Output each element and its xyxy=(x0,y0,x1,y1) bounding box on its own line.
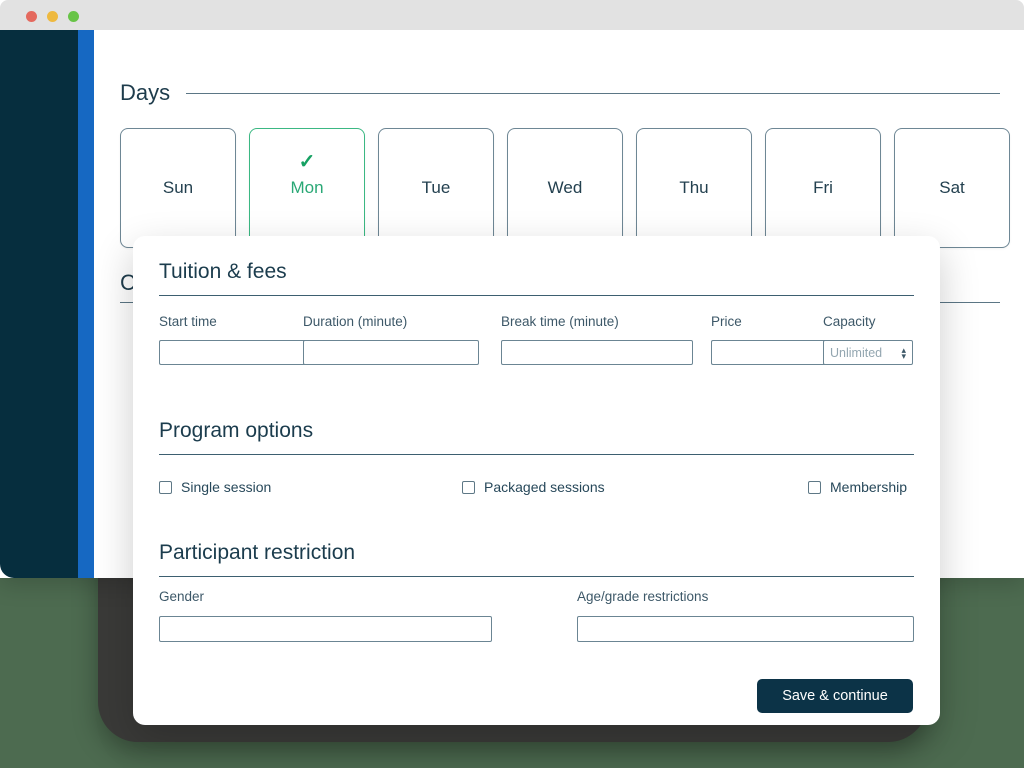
start-time-input-group[interactable] xyxy=(159,340,364,365)
checkbox-icon[interactable] xyxy=(159,480,172,494)
option-label: Membership xyxy=(830,479,908,495)
day-card-label: Fri xyxy=(813,178,833,197)
day-card-fri[interactable]: Fri xyxy=(765,128,881,248)
day-card-mon[interactable]: ✓ Mon xyxy=(249,128,365,248)
section-divider xyxy=(186,92,1000,94)
option-packaged-sessions[interactable]: Packaged sessions xyxy=(462,479,605,495)
participant-restriction-title: Participant restriction xyxy=(159,541,356,564)
days-section-title: Days xyxy=(120,80,171,105)
option-label: Packaged sessions xyxy=(484,479,605,495)
section-divider xyxy=(159,295,914,296)
day-card-sat[interactable]: Sat xyxy=(894,128,1010,248)
duration-input[interactable] xyxy=(303,340,479,365)
gender-input[interactable] xyxy=(159,616,492,642)
section-divider xyxy=(159,454,914,455)
day-card-label: Thu xyxy=(679,178,709,197)
capacity-placeholder-text: Unlimited xyxy=(830,345,883,360)
age-grade-label: Age/grade restrictions xyxy=(577,589,709,604)
day-card-tue[interactable]: Tue xyxy=(378,128,494,248)
participant-restriction-header: Participant restriction xyxy=(159,541,914,577)
tuition-fees-modal: Tuition & fees Start time Duration (minu… xyxy=(133,236,940,725)
capacity-stepper[interactable]: Unlimited ▴ ▾ xyxy=(823,340,913,365)
start-time-label: Start time xyxy=(159,314,217,329)
day-card-label: Mon xyxy=(290,178,324,197)
day-card-label: Sun xyxy=(162,178,194,197)
option-membership[interactable]: Membership xyxy=(808,479,907,495)
program-options-header: Program options xyxy=(159,419,914,455)
day-card-sun[interactable]: Sun xyxy=(120,128,236,248)
option-single-session[interactable]: Single session xyxy=(159,479,271,495)
day-card-label: Wed xyxy=(547,178,583,197)
break-time-label: Break time (minute) xyxy=(501,314,619,329)
price-label: Price xyxy=(711,314,742,329)
checkbox-icon[interactable] xyxy=(462,480,475,494)
close-window-button[interactable] xyxy=(26,11,37,22)
day-card-wed[interactable]: Wed xyxy=(507,128,623,248)
day-card-label: Sat xyxy=(939,178,965,197)
day-card-thu[interactable]: Thu xyxy=(636,128,752,248)
section-divider xyxy=(159,576,914,577)
duration-label: Duration (minute) xyxy=(303,314,408,329)
day-selector-row: Sun ✓ Mon Tue Wed Thu Fri Sat xyxy=(120,128,1024,248)
window-titlebar xyxy=(0,0,1024,30)
save-and-continue-button[interactable]: Save & continue xyxy=(757,679,913,713)
tuition-section-header: Tuition & fees xyxy=(159,260,914,296)
option-label: Single session xyxy=(181,479,272,495)
days-section-header: Days xyxy=(120,80,1000,106)
capacity-label: Capacity xyxy=(823,314,876,329)
price-input-group[interactable]: $ xyxy=(711,340,910,365)
minimize-window-button[interactable] xyxy=(47,11,58,22)
stepper-arrows-icon[interactable]: ▴ ▾ xyxy=(901,345,906,360)
program-options-title: Program options xyxy=(159,419,314,442)
age-grade-input[interactable] xyxy=(577,616,914,642)
stepper-down-icon[interactable]: ▾ xyxy=(901,351,906,360)
screenshot-stage: Days Sun ✓ Mon Tue Wed Thu Fri Sat C Tui… xyxy=(0,0,1024,768)
sidebar-accent-bar xyxy=(78,30,94,578)
tuition-section-title: Tuition & fees xyxy=(159,260,287,283)
break-time-input[interactable] xyxy=(501,340,693,365)
zoom-window-button[interactable] xyxy=(68,11,79,22)
day-card-label: Tue xyxy=(421,178,451,197)
check-icon: ✓ xyxy=(298,151,316,173)
gender-label: Gender xyxy=(159,589,205,604)
checkbox-icon[interactable] xyxy=(808,480,821,494)
app-sidebar[interactable] xyxy=(0,30,78,578)
